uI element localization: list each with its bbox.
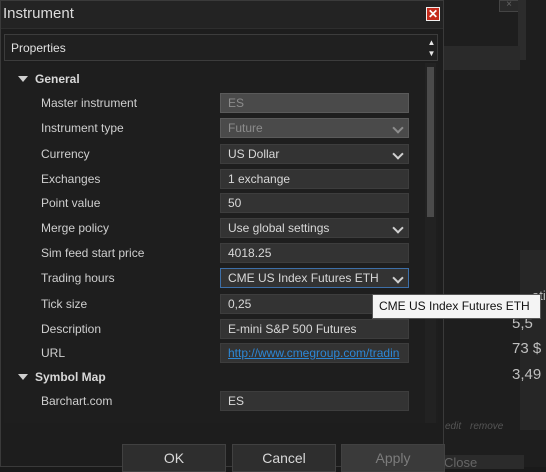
row-currency: Currency US Dollar (4, 143, 424, 167)
collapse-arrow-icon[interactable] (18, 374, 28, 380)
row-label: Description (41, 322, 102, 336)
row-label: Master instrument (41, 96, 138, 110)
trading-hours-select[interactable]: CME US Index Futures ETH (220, 268, 409, 288)
row-label: Tick size (41, 297, 88, 311)
select-value: Future (228, 121, 263, 135)
background-value: 3,49 (512, 366, 542, 383)
chevron-down-icon[interactable] (392, 148, 404, 160)
scroll-down-icon[interactable]: ▼ (425, 48, 438, 59)
instrument-type-select: Future (220, 118, 409, 138)
properties-header: Properties ▲ ▼ (4, 34, 438, 61)
dialog-title: Instrument (3, 5, 74, 22)
chevron-down-icon (392, 122, 404, 134)
category-label: Symbol Map (35, 370, 106, 384)
scroll-up-icon[interactable]: ▲ (425, 37, 438, 48)
instrument-dialog: Instrument ✕ Properties ▲ ▼ General Mast… (0, 0, 445, 472)
background-remove-link: remove (470, 421, 504, 432)
row-trading-hours: Trading hours CME US Index Futures ETH (4, 267, 424, 291)
category-symbol-map[interactable]: Symbol Map (4, 367, 424, 389)
row-barchart: Barchart.com ES (4, 390, 424, 414)
row-exchanges: Exchanges 1 exchange (4, 168, 424, 192)
point-value-field[interactable]: 50 (220, 193, 409, 213)
row-label: Sim feed start price (41, 246, 145, 260)
cancel-button[interactable]: Cancel (232, 444, 336, 472)
property-grid: General Master instrument ES Instrument … (4, 63, 438, 423)
url-link[interactable]: http://www.cmegroup.com/tradin (220, 343, 409, 363)
background-close-icon: × (499, 0, 519, 12)
scrollbar-thumb[interactable] (427, 67, 434, 217)
background-edit-link: edit (445, 421, 462, 432)
row-label: Currency (41, 147, 90, 161)
row-description: Description E-mini S&P 500 Futures (4, 318, 424, 342)
row-url: URL http://www.cmegroup.com/tradin (4, 342, 424, 366)
vertical-scrollbar[interactable] (425, 63, 436, 423)
chevron-down-icon[interactable] (392, 222, 404, 234)
trading-hours-tooltip: CME US Index Futures ETH (372, 294, 541, 319)
row-label: Merge policy (41, 221, 110, 235)
sim-feed-start-price-field[interactable]: 4018.25 (220, 243, 409, 263)
merge-policy-select[interactable]: Use global settings (220, 218, 409, 238)
chevron-down-icon[interactable] (392, 272, 404, 284)
select-value: Use global settings (228, 221, 330, 235)
category-label: General (35, 72, 80, 86)
row-instrument-type: Instrument type Future (4, 117, 424, 141)
row-master-instrument: Master instrument ES (4, 92, 424, 116)
row-sim-feed-start-price: Sim feed start price 4018.25 (4, 242, 424, 266)
row-label: Exchanges (41, 172, 101, 186)
currency-select[interactable]: US Dollar (220, 144, 409, 164)
master-instrument-field: ES (220, 93, 409, 113)
row-merge-policy: Merge policy Use global settings (4, 217, 424, 241)
close-icon[interactable]: ✕ (426, 7, 440, 21)
row-point-value: Point value 50 (4, 192, 424, 216)
collapse-arrow-icon[interactable] (18, 76, 28, 82)
category-general[interactable]: General (4, 69, 424, 91)
row-label: Point value (41, 196, 101, 210)
properties-label: Properties (11, 41, 66, 55)
row-label: Barchart.com (41, 394, 113, 408)
select-value: CME US Index Futures ETH (228, 271, 379, 285)
select-value: US Dollar (228, 147, 280, 161)
exchanges-field[interactable]: 1 exchange (220, 169, 409, 189)
description-field[interactable]: E-mini S&P 500 Futures (220, 319, 409, 339)
title-bar[interactable]: Instrument ✕ (1, 1, 443, 29)
ok-button[interactable]: OK (122, 444, 226, 472)
background-toolbar (440, 46, 520, 70)
barchart-field[interactable]: ES (220, 391, 409, 411)
row-label: Trading hours (41, 271, 115, 285)
row-label: Instrument type (41, 121, 124, 135)
row-label: URL (41, 346, 66, 360)
background-value: 73 $ (512, 340, 542, 357)
row-tick-size: Tick size 0,25 (4, 293, 424, 317)
apply-button[interactable]: Apply (341, 444, 445, 472)
